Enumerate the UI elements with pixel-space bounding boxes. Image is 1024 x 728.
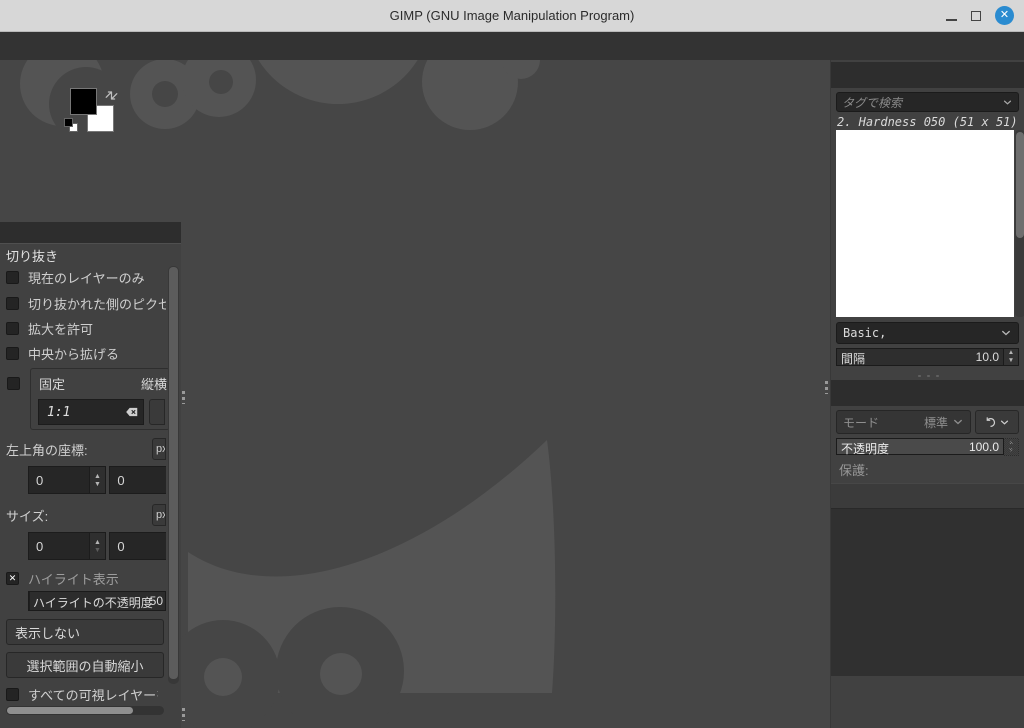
position-x-spinner[interactable]: ▲ ▼ — [89, 466, 107, 494]
size-unit-button[interactable]: px — [152, 504, 166, 526]
position-unit-button[interactable]: px — [152, 438, 166, 460]
layer-mode-reset-button[interactable] — [975, 410, 1019, 434]
brush-spacing-slider[interactable]: 間隔 10.0 — [836, 348, 1004, 366]
size-width-input[interactable]: 0 — [28, 532, 90, 560]
brush-grid-scrollbar[interactable] — [1015, 130, 1024, 317]
panel-resize-grip-icon[interactable] — [914, 373, 941, 377]
left-dock-tabs — [0, 222, 181, 243]
left-dock: 切り抜き 現在のレイヤーのみ 切り抜かれた側のピクセルの 拡大を許可 — [0, 60, 181, 728]
gimp-window: GIMP (GNU Image Manipulation Program) ✕ — [0, 0, 1024, 728]
vscrollbar-thumb[interactable] — [169, 267, 178, 679]
maximize-button-icon[interactable] — [971, 10, 981, 21]
minimize-button-icon[interactable] — [946, 18, 957, 21]
checkbox-icon — [6, 687, 19, 701]
checkbox-current-layer-only[interactable]: 現在のレイヤーのみ — [6, 269, 166, 285]
scrollbar-thumb[interactable] — [1016, 132, 1024, 238]
brush-grid — [836, 130, 1014, 317]
layer-list[interactable] — [831, 509, 1024, 676]
checkbox-icon — [7, 376, 20, 390]
aspect-ratio-input[interactable]: 1:1 — [38, 399, 144, 425]
title-bar[interactable]: GIMP (GNU Image Manipulation Program) ✕ — [0, 0, 1024, 32]
hscrollbar-thumb[interactable] — [7, 707, 133, 714]
tool-options-panel: 切り抜き 現在のレイヤーのみ 切り抜かれた側のピクセルの 拡大を許可 — [0, 243, 181, 728]
checkbox-delete-cropped-pixels[interactable]: 切り抜かれた側のピクセルの — [6, 295, 166, 311]
fixed-aspect-group: 固定 縦横 1:1 — [7, 368, 170, 430]
tool-options-vscrollbar[interactable] — [168, 266, 179, 684]
checkbox-checked-icon: ✕ — [6, 571, 19, 585]
chevron-down-icon — [952, 416, 964, 428]
checkbox-icon — [6, 321, 19, 335]
right-dock-separator[interactable] — [824, 60, 830, 728]
position-y-input[interactable]: 0 — [109, 466, 166, 494]
foreground-color-swatch[interactable] — [70, 88, 97, 115]
checkbox-icon — [6, 270, 19, 284]
chevron-down-icon — [1002, 97, 1013, 108]
layer-opacity-slider[interactable]: 不透明度 100.0 — [836, 438, 1004, 456]
size-height-input[interactable]: 0 — [109, 532, 166, 560]
checkbox-icon — [6, 346, 19, 360]
close-button[interactable]: ✕ — [995, 6, 1014, 25]
reset-icon — [984, 416, 997, 429]
clear-icon[interactable] — [125, 405, 139, 419]
right-dock: タグで検索 2. Hardness 050 (51 x 51) Basic, 間… — [830, 60, 1024, 728]
opacity-spinner[interactable]: ▲ ▼ — [1004, 438, 1019, 456]
checkbox-allow-growing[interactable]: 拡大を許可 — [6, 320, 166, 336]
window-title: GIMP (GNU Image Manipulation Program) — [389, 8, 635, 23]
checkbox-highlight[interactable]: ✕ ハイライト表示 — [6, 570, 166, 586]
canvas-area[interactable] — [186, 60, 824, 728]
search-placeholder: タグで検索 — [842, 95, 903, 110]
chevron-down-icon — [999, 417, 1010, 428]
tool-options-hscrollbar[interactable] — [6, 706, 164, 715]
checkbox-shrink-merged[interactable]: すべての可視レイヤーを対象 — [6, 686, 158, 702]
size-width-spinner[interactable]: ▲ ▼ — [89, 532, 107, 560]
spacing-spinner[interactable]: ▲ ▼ — [1004, 348, 1019, 366]
tool-options-title: 切り抜き — [6, 249, 59, 264]
layer-mode-dropdown[interactable]: モード 標準 — [836, 410, 971, 434]
highlight-opacity-slider[interactable]: ハイライトの不透明度 50 — [28, 591, 166, 611]
size-label: サイズ: — [6, 508, 49, 524]
position-x-input[interactable]: 0 — [28, 466, 90, 494]
fixed-label: 固定 — [39, 377, 66, 392]
checkbox-icon — [6, 296, 19, 310]
orientation-toggle-button[interactable] — [149, 399, 165, 425]
separator-grip-icon — [182, 708, 185, 721]
checkbox-fixed[interactable] — [7, 375, 20, 391]
checkbox-expand-from-center[interactable]: 中央から拡げる — [6, 345, 166, 361]
color-area — [0, 86, 181, 138]
toolbox — [0, 60, 181, 222]
swap-colors-icon[interactable] — [101, 85, 122, 106]
fixed-detail: 縦横 — [140, 377, 167, 392]
layers-dock-tabs — [831, 380, 1024, 406]
selected-brush-label: 2. Hardness 050 (51 x 51) — [837, 115, 1018, 129]
default-colors-icon[interactable] — [64, 118, 78, 132]
lock-label: 保護: — [839, 462, 869, 478]
guides-dropdown[interactable]: 表示しない — [6, 619, 164, 645]
position-label: 左上角の座標: — [6, 442, 88, 458]
layer-list-header — [831, 483, 1024, 509]
brush-set-dropdown[interactable]: Basic, — [836, 322, 1019, 344]
autoshrink-button[interactable]: 選択範囲の自動縮小 — [6, 652, 164, 678]
brush-search-field[interactable]: タグで検索 — [836, 92, 1019, 112]
separator-grip-icon — [825, 381, 828, 394]
menu-bar — [0, 32, 1024, 60]
separator-grip-icon — [182, 391, 185, 404]
brushes-dock-tabs — [831, 62, 1024, 88]
chevron-down-icon — [1000, 327, 1012, 339]
